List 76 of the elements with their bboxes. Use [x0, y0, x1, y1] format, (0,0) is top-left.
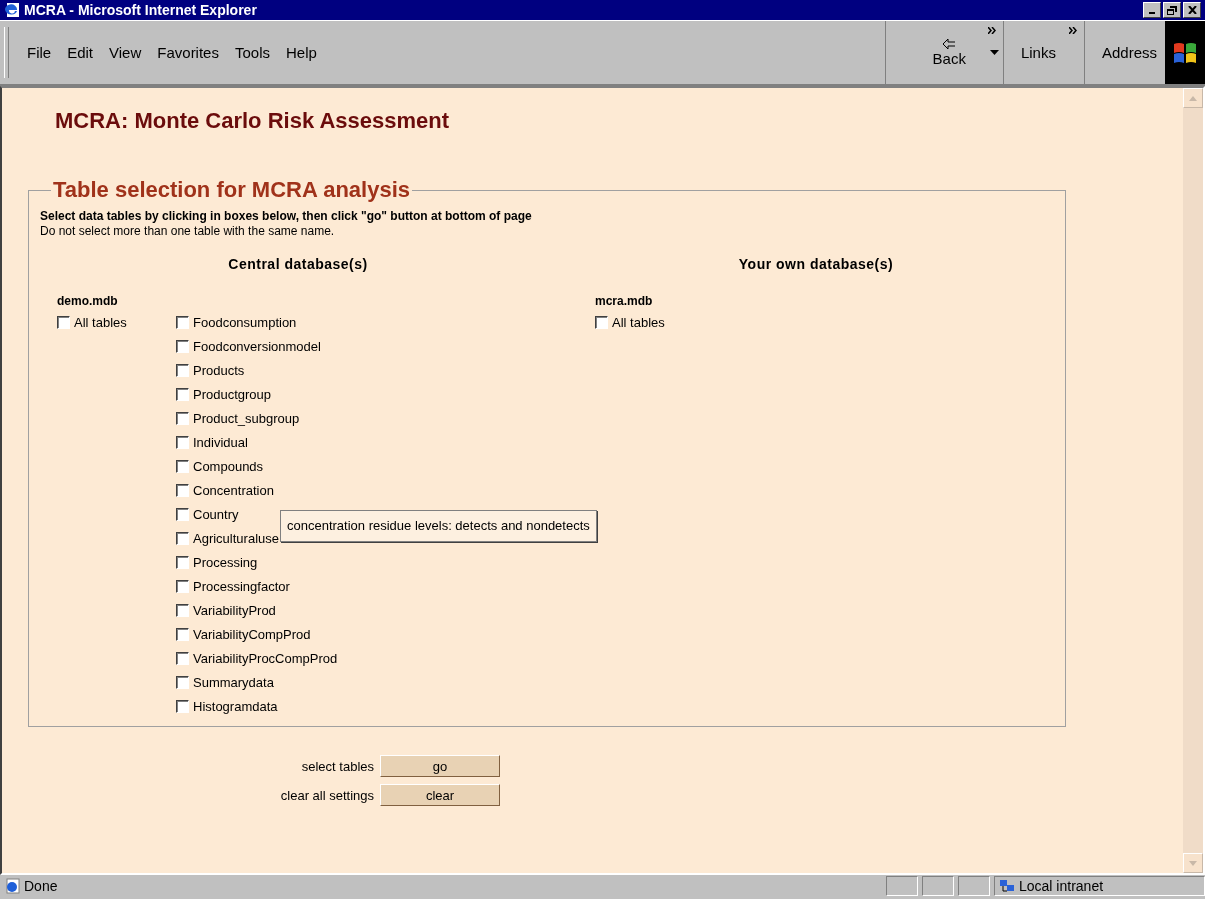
- checkbox[interactable]: [176, 507, 189, 521]
- checkbox[interactable]: [176, 627, 189, 641]
- checkbox[interactable]: [176, 531, 189, 545]
- checkbox-label: All tables: [74, 314, 127, 330]
- browser-icon: [4, 2, 20, 18]
- address-label[interactable]: Address: [1101, 44, 1161, 61]
- status-text: Done: [24, 878, 59, 894]
- minimize-button[interactable]: [1143, 2, 1161, 18]
- checkbox-label: Histogramdata: [193, 698, 278, 714]
- database-name: mcra.mdb: [595, 294, 654, 308]
- checkbox[interactable]: [176, 387, 189, 401]
- page-icon: [4, 878, 20, 894]
- checkbox[interactable]: [176, 459, 189, 473]
- checkbox-label: All tables: [612, 314, 665, 330]
- checkbox-label: Processing: [193, 554, 258, 570]
- menu-item[interactable]: Edit: [61, 42, 100, 63]
- checkbox[interactable]: [176, 339, 189, 353]
- checkbox[interactable]: [176, 651, 189, 665]
- checkbox-label: Summarydata: [193, 674, 274, 690]
- checkbox[interactable]: [176, 411, 189, 425]
- checkbox-label: VariabilityProcCompProd: [193, 650, 338, 666]
- instruction-text: Select data tables by clicking in boxes below, then click "go" button at bottom of page: [40, 209, 533, 223]
- checkbox-label: Concentration: [193, 482, 274, 498]
- checkbox-label: VariabilityCompProd: [193, 626, 311, 642]
- checkbox[interactable]: [176, 483, 189, 497]
- checkbox[interactable]: [176, 603, 189, 617]
- menu-item[interactable]: Favorites: [151, 42, 225, 63]
- up-arrow-icon: [1189, 95, 1197, 101]
- network-icon: [999, 879, 1015, 893]
- checkbox[interactable]: [176, 699, 189, 713]
- checkbox-label: Processingfactor: [193, 578, 290, 594]
- menu-item[interactable]: View: [103, 42, 148, 63]
- chevron-icon[interactable]: [1068, 27, 1078, 34]
- close-button[interactable]: [1183, 2, 1201, 18]
- menu-item[interactable]: Tools: [228, 42, 276, 63]
- page-heading: MCRA: Monte Carlo Risk Assessment: [55, 108, 451, 134]
- action-label: select tables: [300, 758, 375, 774]
- chevron-icon[interactable]: [987, 27, 997, 34]
- checkbox-label: Agriculturaluse: [193, 530, 279, 546]
- restore-icon: [1167, 5, 1177, 15]
- checkbox[interactable]: [595, 315, 608, 329]
- dropdown-icon[interactable]: [989, 50, 999, 55]
- checkbox-label: Productgroup: [193, 386, 272, 402]
- restore-button[interactable]: [1163, 2, 1181, 18]
- checkbox-label: Products: [193, 362, 245, 378]
- checkbox-label: Compounds: [193, 458, 264, 474]
- checkbox[interactable]: [176, 555, 189, 569]
- checkbox-label: Product_subgroup: [193, 410, 300, 426]
- checkbox[interactable]: [176, 363, 189, 377]
- column-heading: Central database(s): [227, 256, 369, 272]
- zone-text: Local intranet: [1019, 878, 1104, 894]
- column-heading: Your own database(s): [737, 256, 895, 272]
- action-label: clear all settings: [279, 787, 375, 803]
- checkbox[interactable]: [176, 579, 189, 593]
- checkbox[interactable]: [176, 675, 189, 689]
- tooltip: concentration residue levels: detects and nondetects: [280, 510, 597, 542]
- database-name: demo.mdb: [57, 294, 119, 308]
- menu-item[interactable]: Help: [280, 42, 323, 63]
- links-button[interactable]: Links: [1020, 44, 1080, 61]
- checkbox[interactable]: [57, 315, 70, 329]
- checkbox-label: Individual: [193, 434, 248, 450]
- checkbox[interactable]: [176, 315, 189, 329]
- checkbox-label: Foodconsumption: [193, 314, 297, 330]
- checkbox-label: Country: [193, 506, 239, 522]
- close-icon: [1187, 6, 1197, 14]
- checkbox[interactable]: [176, 435, 189, 449]
- down-arrow-icon: [1189, 860, 1197, 866]
- action-button[interactable]: clear: [380, 784, 500, 806]
- back-button[interactable]: Back: [902, 38, 976, 67]
- checkbox-label: Foodconversionmodel: [193, 338, 321, 354]
- action-button[interactable]: go: [380, 755, 500, 777]
- panel-title: Table selection for MCRA analysis: [52, 177, 411, 203]
- window-title: MCRA - Microsoft Internet Explorer: [24, 2, 258, 18]
- checkbox-label: VariabilityProd: [193, 602, 276, 618]
- note-text: Do not select more than one table with the same name.: [40, 224, 336, 238]
- menu-item[interactable]: File: [21, 42, 58, 63]
